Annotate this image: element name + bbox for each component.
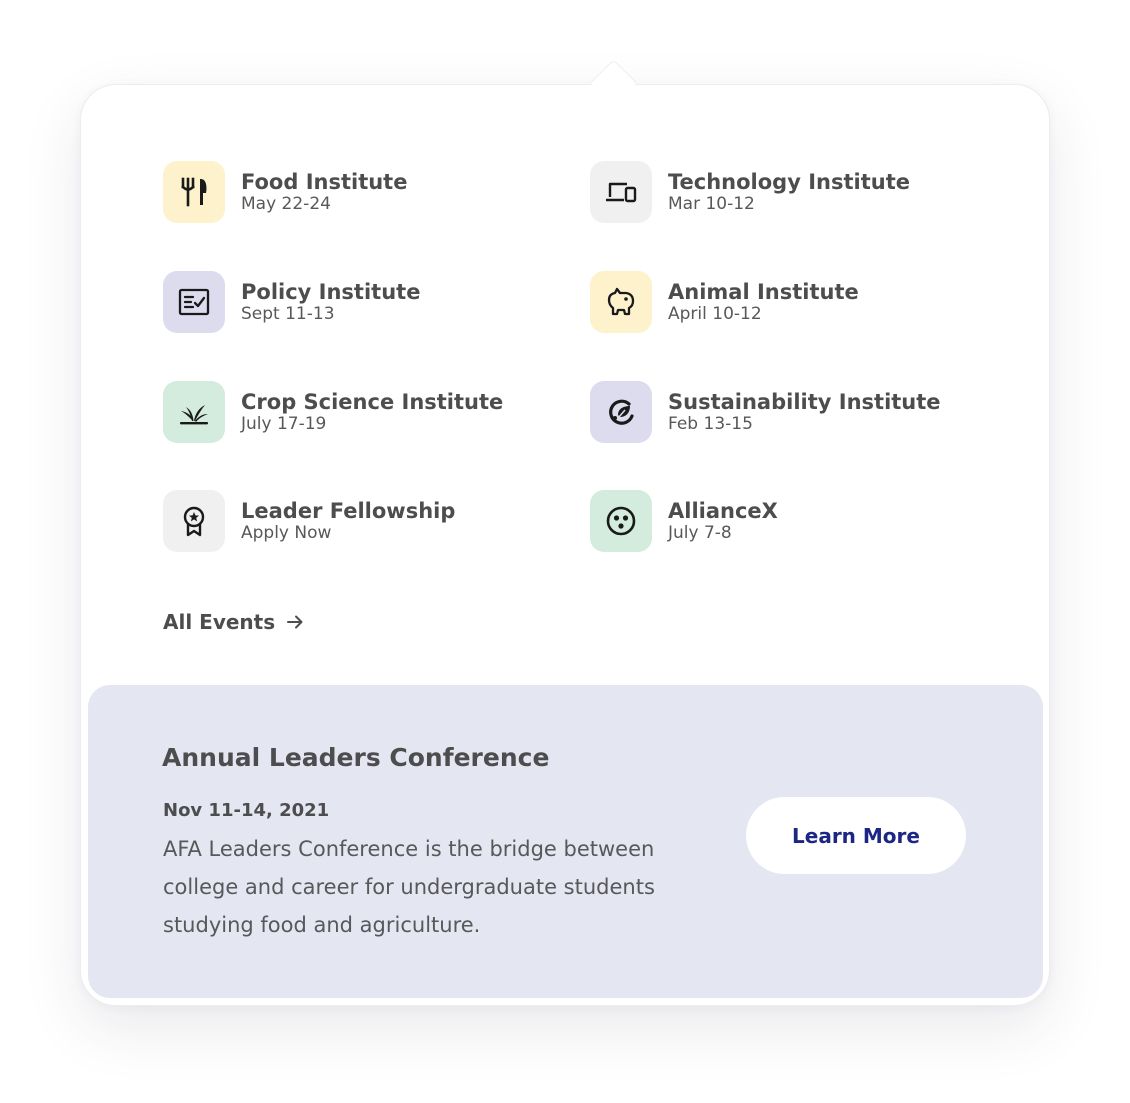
event-title: Food Institute bbox=[241, 169, 408, 194]
menu-item-animal-institute[interactable]: Animal Institute April 10-12 bbox=[590, 271, 859, 333]
featured-event-title: Annual Leaders Conference bbox=[162, 743, 550, 772]
featured-event-panel: Annual Leaders Conference Nov 11-14, 202… bbox=[88, 685, 1043, 998]
menu-item-policy-institute[interactable]: Policy Institute Sept 11-13 bbox=[163, 271, 420, 333]
award-ribbon-icon bbox=[183, 506, 205, 537]
event-title: Animal Institute bbox=[668, 279, 859, 304]
menu-item-technology-institute[interactable]: Technology Institute Mar 10-12 bbox=[590, 161, 910, 223]
fork-knife-icon bbox=[181, 177, 207, 207]
event-title: Technology Institute bbox=[668, 169, 910, 194]
events-dropdown: Food Institute May 22-24 Technology Inst… bbox=[0, 0, 1130, 1103]
featured-event-description: AFA Leaders Conference is the bridge bet… bbox=[163, 837, 655, 937]
event-date: Sept 11-13 bbox=[241, 303, 335, 324]
three-dots-circle-icon bbox=[606, 506, 636, 536]
event-title: Crop Science Institute bbox=[241, 389, 504, 414]
all-events-link[interactable]: All Events bbox=[163, 610, 305, 634]
menu-item-alliancex[interactable]: AllianceX July 7-8 bbox=[590, 490, 778, 552]
learn-more-button[interactable]: Learn More bbox=[746, 797, 966, 874]
menu-item-leader-fellowship[interactable]: Leader Fellowship Apply Now bbox=[163, 490, 455, 552]
event-date: May 22-24 bbox=[241, 193, 331, 214]
menu-item-crop-science-institute[interactable]: Crop Science Institute July 17-19 bbox=[163, 381, 503, 443]
laptop-phone-icon bbox=[606, 182, 637, 203]
event-title: Sustainability Institute bbox=[668, 389, 941, 414]
event-date: Mar 10-12 bbox=[668, 193, 755, 214]
piggy-icon bbox=[607, 287, 635, 316]
event-date: July 17-19 bbox=[241, 413, 327, 434]
menu-item-food-institute[interactable]: Food Institute May 22-24 bbox=[163, 161, 407, 223]
featured-event-date: Nov 11-14, 2021 bbox=[163, 800, 330, 821]
menu-item-sustainability-institute[interactable]: Sustainability Institute Feb 13-15 bbox=[590, 381, 941, 443]
sprout-icon bbox=[180, 405, 208, 425]
event-date: July 7-8 bbox=[668, 522, 732, 543]
checklist-icon bbox=[178, 288, 210, 316]
arrow-right-icon bbox=[287, 615, 303, 629]
event-title: Leader Fellowship bbox=[241, 498, 456, 523]
recycle-leaf-icon bbox=[609, 399, 634, 425]
event-date: Feb 13-15 bbox=[668, 413, 753, 434]
event-title: Policy Institute bbox=[241, 279, 421, 304]
event-date: April 10-12 bbox=[668, 303, 762, 324]
all-events-label: All Events bbox=[163, 610, 276, 634]
event-date: Apply Now bbox=[241, 522, 332, 543]
event-title: AllianceX bbox=[668, 498, 778, 523]
